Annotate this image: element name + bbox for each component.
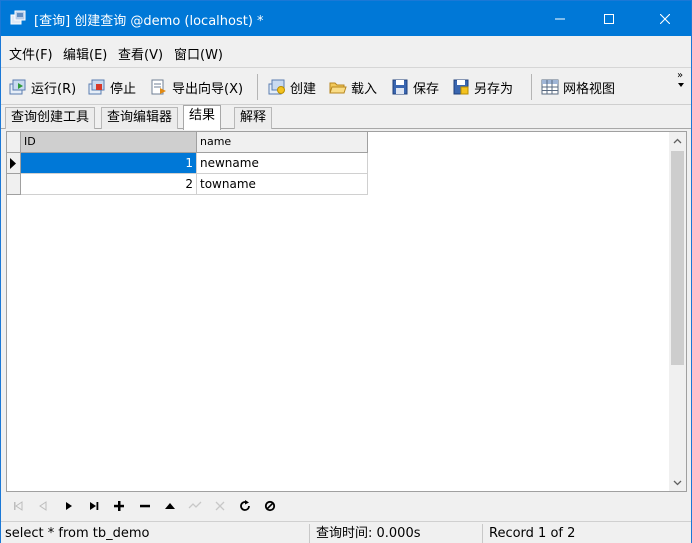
close-icon <box>660 13 670 24</box>
status-bar: select * from tb_demo 查询时间: 0.000s Recor… <box>1 521 691 543</box>
grid-view-label: 网格视图 <box>563 81 616 97</box>
toolbar: 运行(R) 停止 导出向导(X) 创建 载入 保存 另存为 网格视图 » <box>1 69 691 105</box>
window-title: [查询] 创建查询 @demo (localhost) * <box>34 14 264 29</box>
save-as-button[interactable]: 另存为 <box>452 76 513 98</box>
menu-bar: 文件(F) 编辑(E) 查看(V) 窗口(W) <box>1 36 691 68</box>
row-indicator[interactable] <box>7 153 21 174</box>
status-record: Record 1 of 2 <box>489 526 576 541</box>
tab-results[interactable]: 结果 <box>183 105 222 130</box>
menu-edit[interactable]: 编辑(E) <box>63 44 107 63</box>
column-header-name[interactable]: name <box>197 132 368 153</box>
column-header-id[interactable]: ID <box>21 132 197 153</box>
minimize-icon <box>555 18 565 19</box>
run-icon <box>9 79 26 95</box>
grid-view-button[interactable]: 网格视图 <box>541 76 615 98</box>
menu-file[interactable]: 文件(F) <box>9 44 53 63</box>
stop-label: 停止 <box>110 81 137 97</box>
save-as-icon <box>453 79 469 95</box>
prior-record-button[interactable] <box>33 497 53 515</box>
cell-id[interactable]: 1 <box>21 153 197 174</box>
first-icon <box>14 501 23 511</box>
toolbar-separator <box>257 74 258 100</box>
stop-button[interactable]: 停止 <box>88 76 136 98</box>
load-label: 载入 <box>351 81 378 97</box>
export-wizard-button[interactable]: 导出向导(X) <box>150 76 243 98</box>
refresh-button[interactable] <box>235 497 255 515</box>
close-button[interactable] <box>642 1 688 36</box>
save-button[interactable]: 保存 <box>391 76 439 98</box>
create-button[interactable]: 创建 <box>268 76 316 98</box>
edit-icon <box>165 503 175 509</box>
create-label: 创建 <box>290 81 317 97</box>
cell-name[interactable]: newname <box>197 153 368 174</box>
menu-window[interactable]: 窗口(W) <box>174 44 223 63</box>
refresh-icon <box>240 500 250 511</box>
vertical-scrollbar[interactable] <box>669 132 686 491</box>
cell-name[interactable]: towname <box>197 174 368 195</box>
stop-fetch-button[interactable] <box>260 497 280 515</box>
query-window: [查询] 创建查询 @demo (localhost) * 文件(F) 编辑(E… <box>0 0 692 543</box>
export-wizard-label: 导出向导(X) <box>172 81 244 97</box>
chevron-down-icon <box>673 480 682 485</box>
run-label: 运行(R) <box>31 81 77 97</box>
maximize-button[interactable] <box>586 1 632 36</box>
cell-id[interactable]: 2 <box>21 174 197 195</box>
delete-icon <box>140 504 150 508</box>
cancel-edit-button[interactable] <box>210 497 230 515</box>
scroll-up-button[interactable] <box>669 132 686 149</box>
chevron-up-icon <box>673 138 682 143</box>
query-app-icon <box>10 10 26 25</box>
post-icon <box>188 501 202 509</box>
stop-circle-icon <box>264 500 276 512</box>
menu-view[interactable]: 查看(V) <box>118 44 163 63</box>
load-button[interactable]: 载入 <box>329 76 377 98</box>
toolbar-overflow-label: » <box>677 70 684 81</box>
scroll-down-button[interactable] <box>669 474 686 491</box>
row-indicator[interactable] <box>7 174 21 195</box>
status-query-time: 查询时间: 0.000s <box>312 524 483 543</box>
minimize-button[interactable] <box>537 1 583 36</box>
record-navigator <box>1 492 691 519</box>
scrollbar-thumb[interactable] <box>671 151 684 365</box>
insert-icon <box>114 501 124 511</box>
title-bar[interactable]: [查询] 创建查询 @demo (localhost) * <box>1 1 691 36</box>
next-icon <box>66 502 72 510</box>
last-record-button[interactable] <box>84 497 104 515</box>
export-icon <box>151 79 166 95</box>
post-record-button[interactable] <box>185 497 205 515</box>
tab-bar: 查询创建工具 查询编辑器 结果 解释 <box>1 105 691 130</box>
maximize-icon <box>604 13 614 24</box>
tab-query-editor[interactable]: 查询编辑器 <box>101 107 179 129</box>
edit-record-button[interactable] <box>160 497 180 515</box>
toolbar-separator-2 <box>531 74 532 100</box>
save-icon <box>392 79 408 95</box>
toolbar-overflow-button[interactable]: » <box>677 71 685 91</box>
prior-icon <box>39 501 47 511</box>
grid-view-icon <box>541 79 559 95</box>
run-button[interactable]: 运行(R) <box>9 76 76 98</box>
save-as-label: 另存为 <box>474 81 514 97</box>
last-icon <box>90 502 99 510</box>
header-indicator-cell <box>7 132 21 153</box>
stop-icon <box>88 79 105 95</box>
insert-record-button[interactable] <box>109 497 129 515</box>
tab-query-builder[interactable]: 查询创建工具 <box>5 107 96 129</box>
folder-open-icon <box>329 82 347 94</box>
chevron-down-icon <box>678 83 684 87</box>
current-row-arrow-icon <box>10 158 16 169</box>
first-record-button[interactable] <box>8 497 28 515</box>
status-sql: select * from tb_demo <box>1 524 310 543</box>
next-record-button[interactable] <box>59 497 79 515</box>
results-grid-area: ID name 1 newname 2 towname <box>6 131 687 492</box>
delete-record-button[interactable] <box>135 497 155 515</box>
tab-explain[interactable]: 解释 <box>234 107 273 129</box>
cancel-icon <box>215 501 225 511</box>
create-icon <box>268 79 285 95</box>
save-label: 保存 <box>413 81 440 97</box>
